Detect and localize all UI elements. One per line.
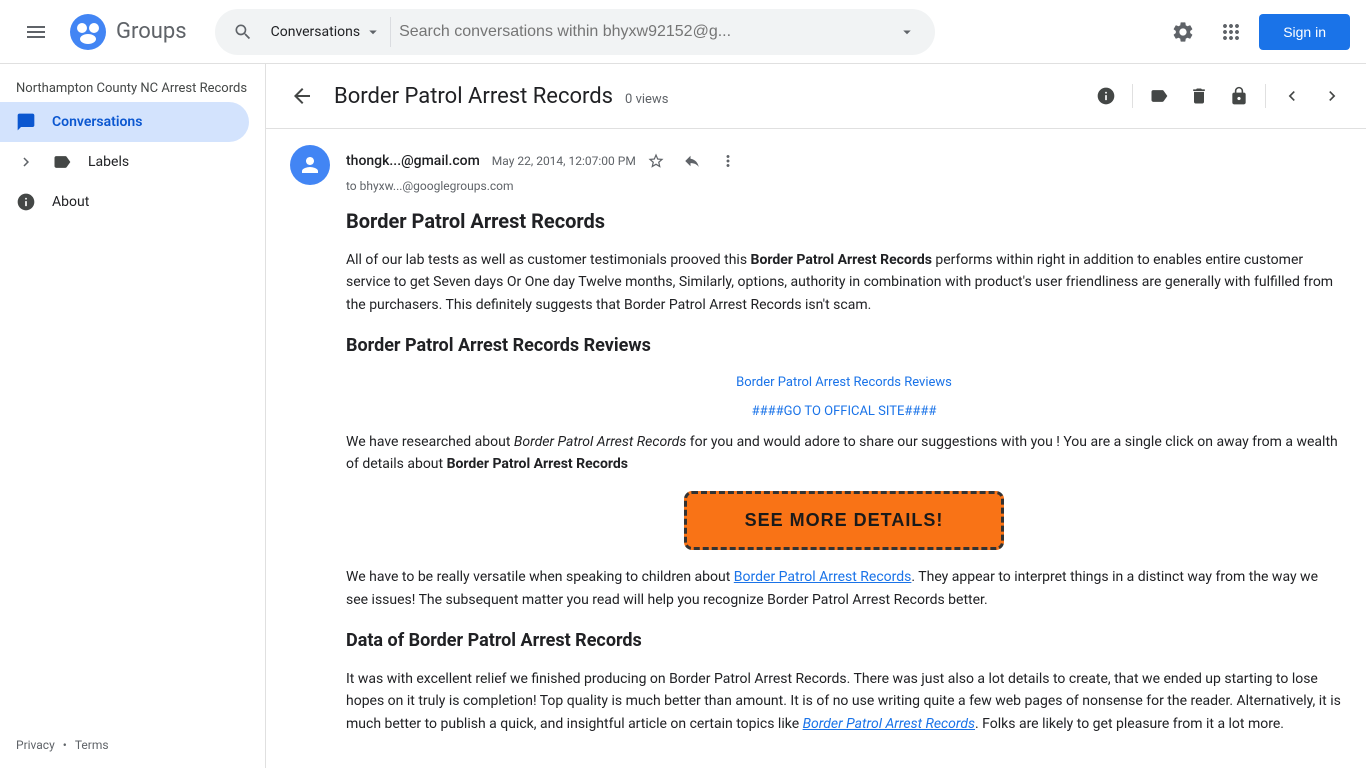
expand-icon bbox=[16, 152, 36, 172]
search-dropdown-label: Conversations bbox=[271, 24, 360, 40]
sender-name: thongk...@gmail.com bbox=[346, 153, 480, 169]
sidebar-label-conversations: Conversations bbox=[52, 114, 142, 130]
sign-in-button[interactable]: Sign in bbox=[1259, 14, 1350, 50]
sidebar-footer: Privacy • Terms bbox=[0, 730, 265, 760]
message-to: to bhyxw...@googlegroups.com bbox=[346, 179, 1342, 193]
message-meta: thongk...@gmail.com May 22, 2014, 12:07:… bbox=[346, 145, 1342, 177]
see-more-button[interactable]: SEE MORE DETAILS! bbox=[684, 491, 1004, 550]
avatar bbox=[290, 145, 330, 185]
terms-link[interactable]: Terms bbox=[75, 738, 109, 752]
message-container: thongk...@gmail.com May 22, 2014, 12:07:… bbox=[290, 145, 1342, 747]
thread-title-area: Border Patrol Arrest Records 0 views bbox=[334, 84, 1076, 109]
inline-link-1[interactable]: Border Patrol Arrest Records bbox=[734, 569, 912, 585]
image-placeholder: Border Patrol Arrest Records Reviews bbox=[346, 373, 1342, 394]
body-paragraph2: We have researched about Border Patrol A… bbox=[346, 431, 1342, 476]
body-paragraph1: All of our lab tests as well as customer… bbox=[346, 249, 1342, 316]
sidebar: Northampton County NC Arrest Records Con… bbox=[0, 64, 266, 768]
sidebar-item-labels[interactable]: Labels bbox=[0, 142, 249, 182]
top-header: Groups Conversations Sign in bbox=[0, 0, 1366, 64]
lock-button[interactable] bbox=[1221, 78, 1257, 114]
search-dropdown[interactable]: Conversations bbox=[263, 17, 391, 47]
divider bbox=[1132, 84, 1133, 108]
sidebar-group-name: Northampton County NC Arrest Records bbox=[0, 72, 265, 102]
message-date: May 22, 2014, 12:07:00 PM bbox=[492, 154, 636, 168]
body-paragraph3: We have to be really versatile when spea… bbox=[346, 566, 1342, 611]
delete-button[interactable] bbox=[1181, 78, 1217, 114]
labels-icon bbox=[52, 152, 72, 172]
search-expand-button[interactable] bbox=[887, 12, 927, 52]
prev-thread-button[interactable] bbox=[1274, 78, 1310, 114]
views-badge: 0 views bbox=[625, 92, 668, 107]
sidebar-item-about[interactable]: About bbox=[0, 182, 249, 222]
logo-link[interactable]: Groups bbox=[68, 12, 187, 52]
body-heading2: Border Patrol Arrest Records Reviews bbox=[346, 332, 1342, 361]
apps-button[interactable] bbox=[1211, 12, 1251, 52]
header-actions: Sign in bbox=[1163, 12, 1350, 52]
settings-button[interactable] bbox=[1163, 12, 1203, 52]
star-button[interactable] bbox=[640, 145, 672, 177]
body-heading3: Data of Border Patrol Arrest Records bbox=[346, 627, 1342, 656]
search-bar: Conversations bbox=[215, 9, 935, 55]
message-body: Border Patrol Arrest Records All of our … bbox=[346, 205, 1342, 735]
main-layout: Northampton County NC Arrest Records Con… bbox=[0, 64, 1366, 768]
next-thread-button[interactable] bbox=[1314, 78, 1350, 114]
hamburger-button[interactable] bbox=[16, 12, 56, 52]
sidebar-label-labels: Labels bbox=[88, 154, 129, 170]
body-heading1: Border Patrol Arrest Records bbox=[346, 205, 1342, 237]
logo-text: Groups bbox=[116, 19, 187, 44]
sidebar-label-about: About bbox=[52, 194, 89, 210]
sidebar-item-conversations[interactable]: Conversations bbox=[0, 102, 249, 142]
info-button[interactable] bbox=[1088, 78, 1124, 114]
back-button[interactable] bbox=[282, 76, 322, 116]
thread-header-bar: Border Patrol Arrest Records 0 views bbox=[266, 64, 1366, 129]
thread-title: Border Patrol Arrest Records bbox=[334, 84, 613, 109]
divider2 bbox=[1265, 84, 1266, 108]
reply-button[interactable] bbox=[676, 145, 708, 177]
label-button[interactable] bbox=[1141, 78, 1177, 114]
message-actions: May 22, 2014, 12:07:00 PM bbox=[492, 145, 744, 177]
thread-actions bbox=[1088, 78, 1350, 114]
body-paragraph4: It was with excellent relief we finished… bbox=[346, 668, 1342, 735]
search-button[interactable] bbox=[223, 12, 263, 52]
separator: • bbox=[63, 738, 67, 752]
content-area: Border Patrol Arrest Records 0 views bbox=[266, 64, 1366, 768]
cta-link[interactable]: ####GO TO OFFICAL SITE#### bbox=[346, 402, 1342, 423]
privacy-link[interactable]: Privacy bbox=[16, 738, 55, 752]
about-icon bbox=[16, 192, 36, 212]
search-input[interactable] bbox=[391, 23, 887, 41]
message-content: thongk...@gmail.com May 22, 2014, 12:07:… bbox=[346, 145, 1342, 747]
nav-arrows bbox=[1274, 78, 1350, 114]
message-area: thongk...@gmail.com May 22, 2014, 12:07:… bbox=[266, 129, 1366, 768]
inline-link-2[interactable]: Border Patrol Arrest Records bbox=[803, 716, 975, 732]
more-options-button[interactable] bbox=[712, 145, 744, 177]
conversations-icon bbox=[16, 112, 36, 132]
